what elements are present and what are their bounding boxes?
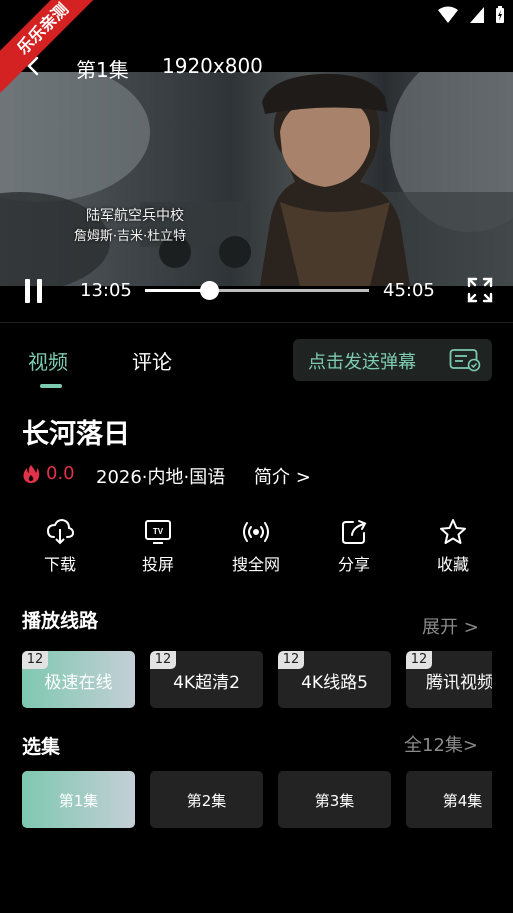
search-web-label: 搜全网	[231, 555, 280, 574]
share-label: 分享	[337, 555, 370, 574]
episode-count-badge: 12	[150, 651, 176, 669]
tv-cast-icon: TV	[145, 520, 171, 544]
show-meta-row: 0.0 2026·内地·国语 简介 >	[22, 463, 502, 489]
intro-link[interactable]: 简介 >	[254, 463, 311, 489]
episode-chip-label: 第3集	[314, 792, 355, 810]
episode-chip[interactable]: 第2集	[150, 771, 263, 828]
favorite-label: 收藏	[436, 555, 469, 574]
tab-indicator	[40, 384, 62, 388]
episode-chip-label: 第2集	[186, 792, 227, 810]
rating-score: 0.0	[46, 463, 75, 484]
duration-time: 45:05	[383, 280, 435, 301]
download-button[interactable]: 下载	[20, 518, 100, 575]
fullscreen-icon[interactable]	[466, 276, 494, 304]
subtitle-line-2: 詹姆斯·吉米·杜立特	[73, 229, 187, 244]
cast-label: 投屏	[141, 555, 174, 574]
tab-video[interactable]: 视频	[28, 346, 68, 375]
episode-chip[interactable]: 第1集	[22, 771, 135, 828]
episode-count-badge: 12	[22, 651, 48, 669]
send-danmaku-button[interactable]: 点击发送弹幕	[293, 339, 492, 381]
resolution-label: 1920x800	[162, 54, 263, 78]
line-chip-label: 4K线路5	[301, 673, 368, 693]
favorite-button[interactable]: 收藏	[413, 518, 493, 575]
episode-count-badge: 12	[278, 651, 304, 669]
lines-expand-link[interactable]: 展开 >	[422, 613, 479, 639]
episodes-section-title: 选集	[22, 736, 61, 758]
lines-section-title: 播放线路	[22, 610, 99, 632]
action-bar: 下载 TV 投屏 搜全网 分享 收藏	[0, 518, 513, 578]
player-top-bar: 第1集 1920x800	[0, 48, 513, 88]
episode-chip[interactable]: 第3集	[278, 771, 391, 828]
player-controls: 13:05 45:05	[0, 272, 513, 308]
fire-icon	[23, 465, 40, 483]
progress-bar[interactable]	[145, 281, 369, 300]
cast-button[interactable]: TV 投屏	[118, 518, 198, 575]
episode-count-badge: 12	[406, 651, 432, 669]
episode-chip-label: 第4集	[442, 792, 483, 810]
episode-title: 第1集	[76, 58, 129, 82]
download-icon	[46, 518, 74, 545]
episode-chip-label: 第1集	[58, 792, 99, 810]
episodes-list: 第1集 第2集 第3集 第4集	[0, 771, 492, 829]
signal-icon	[470, 7, 484, 23]
tab-comments[interactable]: 评论	[132, 346, 172, 375]
show-title: 长河落日	[22, 419, 130, 450]
line-chip-label: 4K超清2	[173, 673, 240, 693]
status-icons	[437, 6, 505, 24]
line-chip-label: 极速在线	[44, 673, 113, 693]
danmaku-label: 点击发送弹幕	[308, 352, 416, 373]
svg-text:TV: TV	[153, 527, 164, 536]
line-chip[interactable]: 12 腾讯视频	[406, 651, 492, 708]
divider	[0, 322, 513, 323]
subtitle-line-1: 陆军航空兵中校	[86, 208, 184, 224]
line-chip-label: 腾讯视频	[426, 673, 492, 693]
progress-thumb[interactable]	[199, 281, 219, 300]
wifi-icon	[438, 6, 458, 23]
pause-icon[interactable]	[24, 278, 44, 304]
show-meta: 2026·内地·国语	[96, 467, 226, 488]
line-chip[interactable]: 12 极速在线	[22, 651, 135, 708]
line-chip[interactable]: 12 4K超清2	[150, 651, 263, 708]
line-chip[interactable]: 12 4K线路5	[278, 651, 391, 708]
share-icon	[342, 520, 367, 544]
share-button[interactable]: 分享	[314, 518, 394, 575]
battery-icon	[496, 6, 504, 23]
video-player[interactable]: 陆军航空兵中校 詹姆斯·吉米·杜立特	[0, 72, 513, 286]
current-time: 13:05	[80, 280, 132, 301]
broadcast-icon	[243, 522, 269, 542]
lines-list: 12 极速在线 12 4K超清2 12 4K线路5 12 腾讯视频	[0, 651, 492, 709]
star-icon	[440, 519, 466, 544]
search-web-button[interactable]: 搜全网	[216, 518, 296, 575]
episode-chip[interactable]: 第4集	[406, 771, 492, 828]
download-label: 下载	[43, 555, 76, 574]
video-frame	[0, 72, 513, 286]
all-episodes-link[interactable]: 全12集>	[404, 731, 478, 757]
danmaku-icon	[449, 349, 481, 372]
